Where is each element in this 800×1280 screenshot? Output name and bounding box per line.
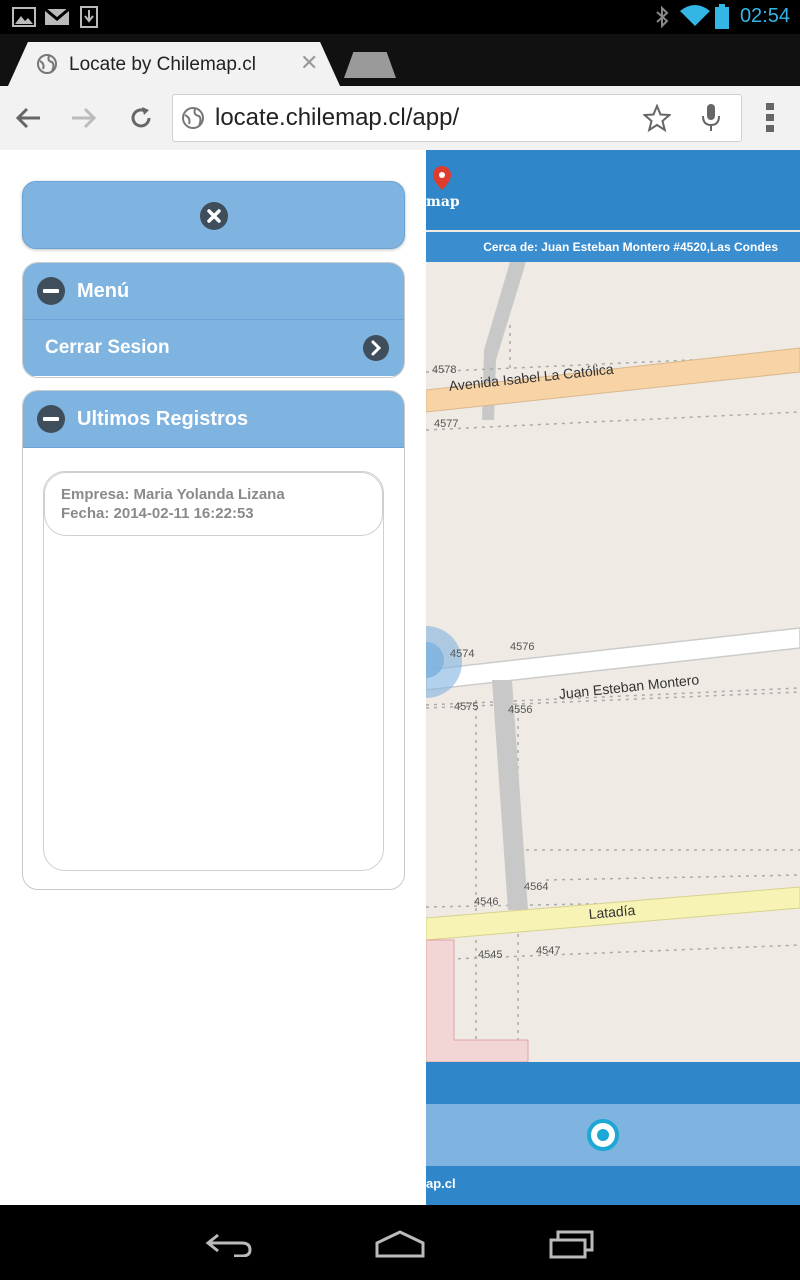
menu-section: Menú Cerrar Sesion bbox=[22, 262, 405, 378]
new-tab-button[interactable] bbox=[344, 52, 396, 78]
home-nav-icon[interactable] bbox=[374, 1229, 426, 1259]
forward-icon[interactable] bbox=[70, 106, 98, 130]
house-number: 4577 bbox=[434, 418, 459, 430]
records-section-header[interactable]: Ultimos Registros bbox=[23, 391, 404, 448]
gmail-icon bbox=[44, 8, 70, 25]
house-number: 4578 bbox=[432, 364, 457, 376]
status-bar: 02:54 bbox=[0, 0, 800, 34]
footer-site-text: ap.cl bbox=[426, 1176, 456, 1191]
browser-toolbar: locate.chilemap.cl/app/ bbox=[0, 86, 800, 151]
download-icon bbox=[80, 6, 98, 28]
record-fecha: Fecha: 2014-02-11 16:22:53 bbox=[61, 505, 254, 522]
house-number: 4574 bbox=[450, 648, 475, 660]
locate-icon[interactable] bbox=[586, 1118, 620, 1152]
map-pin-logo-icon bbox=[433, 166, 451, 190]
tab-close-icon[interactable]: ✕ bbox=[300, 50, 318, 76]
site-globe-icon bbox=[182, 107, 204, 129]
wifi-icon bbox=[680, 5, 710, 26]
side-panel: Menú Cerrar Sesion Ultimos Registros Emp… bbox=[0, 150, 426, 1205]
bookmark-star-icon[interactable] bbox=[643, 104, 671, 132]
reload-icon[interactable] bbox=[128, 105, 154, 131]
address-bar[interactable]: locate.chilemap.cl/app/ bbox=[172, 94, 742, 142]
close-panel-button[interactable] bbox=[22, 181, 405, 249]
map-footer-bar bbox=[426, 1062, 800, 1104]
menu-section-title: Menú bbox=[77, 279, 130, 302]
map-controls-bar bbox=[426, 1104, 800, 1166]
record-item[interactable]: Empresa: Maria Yolanda Lizana Fecha: 201… bbox=[44, 472, 383, 536]
recent-apps-icon[interactable] bbox=[548, 1229, 596, 1259]
house-number: 4556 bbox=[508, 704, 533, 716]
overflow-menu-icon[interactable] bbox=[764, 102, 776, 134]
system-nav-bar bbox=[0, 1205, 800, 1280]
close-icon[interactable] bbox=[199, 201, 229, 231]
menu-section-header[interactable]: Menú bbox=[23, 263, 404, 320]
tab-strip: Locate by Chilemap.cl ✕ bbox=[0, 34, 800, 86]
logout-label: Cerrar Sesion bbox=[45, 337, 170, 358]
globe-icon bbox=[37, 54, 57, 74]
battery-icon bbox=[715, 4, 729, 29]
back-nav-icon[interactable] bbox=[204, 1231, 254, 1257]
header-logo-text: map bbox=[426, 194, 460, 210]
record-empresa: Empresa: Maria Yolanda Lizana bbox=[61, 486, 285, 503]
minus-icon bbox=[37, 405, 65, 433]
back-icon[interactable] bbox=[14, 106, 42, 130]
chevron-right-icon bbox=[363, 335, 389, 361]
bluetooth-icon bbox=[656, 6, 669, 28]
map-bottom-footer: ap.cl bbox=[426, 1166, 800, 1205]
url-text: locate.chilemap.cl/app/ bbox=[215, 104, 460, 131]
map-canvas[interactable] bbox=[426, 150, 800, 1205]
house-number: 4547 bbox=[536, 945, 561, 957]
house-number: 4575 bbox=[454, 701, 479, 713]
app-header: map bbox=[426, 150, 800, 230]
near-address-text: Cerca de: Juan Esteban Montero #4520,Las… bbox=[483, 240, 778, 254]
map-view[interactable]: Avenida Isabel La Católica Juan Esteban … bbox=[426, 150, 800, 1205]
gallery-icon bbox=[12, 7, 36, 27]
house-number: 4564 bbox=[524, 881, 549, 893]
records-section-title: Ultimos Registros bbox=[77, 407, 249, 430]
house-number: 4545 bbox=[478, 949, 503, 961]
house-number: 4576 bbox=[510, 641, 535, 653]
minus-icon bbox=[37, 277, 65, 305]
records-list: Empresa: Maria Yolanda Lizana Fecha: 201… bbox=[43, 471, 384, 871]
microphone-icon[interactable] bbox=[701, 103, 721, 133]
house-number: 4546 bbox=[474, 896, 499, 908]
records-section: Ultimos Registros Empresa: Maria Yolanda… bbox=[22, 390, 405, 890]
near-address-bar: Cerca de: Juan Esteban Montero #4520,Las… bbox=[426, 232, 800, 262]
tab-title: Locate by Chilemap.cl bbox=[69, 54, 256, 75]
logout-menu-item[interactable]: Cerrar Sesion bbox=[23, 320, 404, 376]
status-clock: 02:54 bbox=[739, 5, 790, 27]
